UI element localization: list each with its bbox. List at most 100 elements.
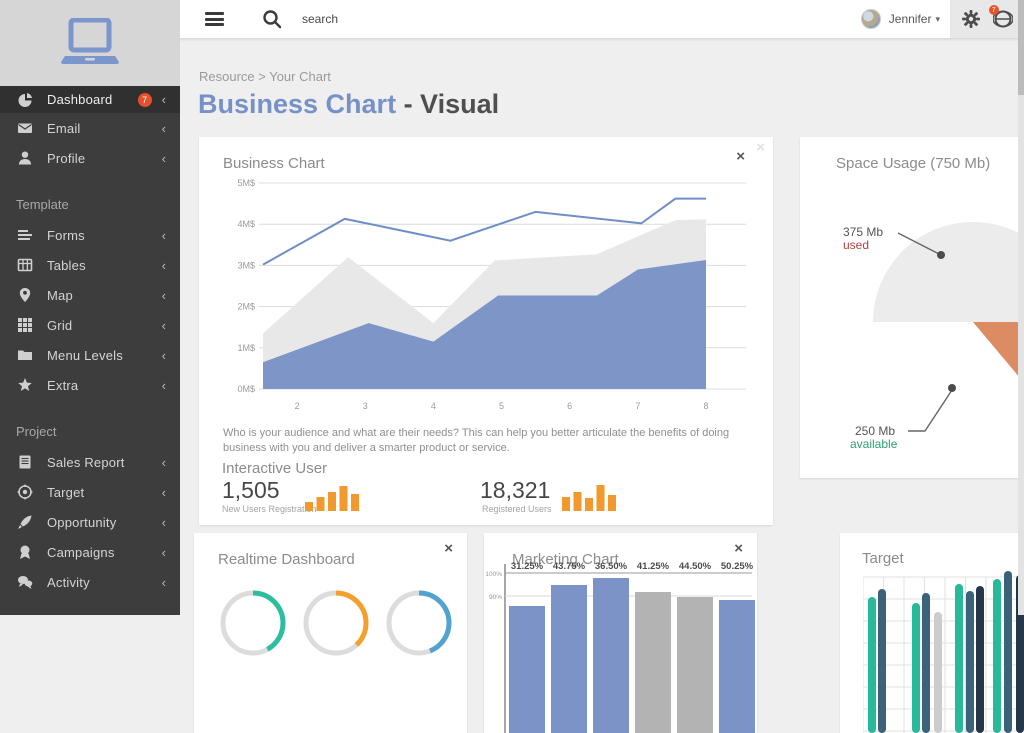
notifications-globe-icon[interactable]: 7: [993, 9, 1013, 29]
sidebar-item-tables[interactable]: Tables‹: [0, 250, 180, 280]
interactive-user-heading: Interactive User: [222, 460, 327, 477]
close-icon-faint[interactable]: ×: [756, 140, 765, 155]
activity-icon: [16, 574, 33, 591]
svg-text:36.50%: 36.50%: [595, 561, 628, 572]
dashboard-icon: [16, 91, 33, 108]
sidebar-item-extra[interactable]: Extra‹: [0, 370, 180, 400]
sidebar-item-activity[interactable]: Activity‹: [0, 567, 180, 597]
realtime-card-title: Realtime Dashboard: [218, 551, 355, 568]
svg-text:0M$: 0M$: [237, 384, 255, 394]
sidebar-item-label: Menu Levels: [47, 348, 162, 363]
user-menu[interactable]: Jennifer ▾: [861, 0, 940, 38]
breadcrumb[interactable]: Resource > Your Chart: [199, 69, 331, 84]
realtime-dashboard-card: Realtime Dashboard ×: [194, 533, 467, 733]
svg-text:50.25%: 50.25%: [721, 561, 754, 572]
sidebar-item-profile[interactable]: Profile‹: [0, 143, 180, 173]
svg-text:2: 2: [295, 401, 300, 411]
sidebar-item-label: Forms: [47, 228, 162, 243]
space-usage-card: Space Usage (750 Mb) 375 Mbused250 Mbava…: [800, 137, 1024, 478]
search-input[interactable]: [302, 12, 682, 26]
close-icon[interactable]: ×: [736, 149, 745, 164]
svg-text:4M$: 4M$: [237, 219, 255, 229]
sidebar-item-map[interactable]: Map‹: [0, 280, 180, 310]
sidebar-item-target[interactable]: Target‹: [0, 477, 180, 507]
user-name: Jennifer: [889, 12, 932, 26]
business-area-chart: 0M$1M$2M$3M$4M$5M$2345678: [211, 175, 756, 425]
sidebar-item-forms[interactable]: Forms‹: [0, 220, 180, 250]
notification-badge: 7: [989, 5, 999, 15]
svg-text:100%: 100%: [485, 571, 502, 578]
svg-text:used: used: [843, 238, 869, 252]
hamburger-menu-icon[interactable]: [205, 10, 224, 29]
sidebar-item-label: Sales Report: [47, 455, 162, 470]
registered-users-mini-bar-chart: [562, 483, 620, 513]
sidebar-item-opportunity[interactable]: Opportunity‹: [0, 507, 180, 537]
dashboard-badge: 7: [138, 93, 152, 107]
business-chart-description: Who is your audience and what are their …: [223, 426, 747, 457]
email-icon: [16, 120, 33, 137]
marketing-bar-chart: 100% 90% 31.25% 43.75% 36.50% 41.25% 44.50% 50.…: [484, 560, 757, 733]
chevron-left-icon: ‹: [162, 545, 166, 560]
svg-text:41.25%: 41.25%: [637, 561, 670, 572]
sidebar-item-label: Campaigns: [47, 545, 162, 560]
sidebar-item-label: Email: [47, 121, 162, 136]
svg-text:90%: 90%: [489, 594, 502, 601]
svg-text:44.50%: 44.50%: [679, 561, 712, 572]
svg-text:31.25%: 31.25%: [511, 561, 544, 572]
stat-new-users-value: 1,505: [222, 477, 280, 504]
sidebar-item-label: Dashboard: [47, 92, 138, 107]
svg-text:4: 4: [431, 401, 436, 411]
sidebar-item-label: Opportunity: [47, 515, 162, 530]
page-title-secondary: - Visual: [396, 89, 499, 119]
stat-registered-value: 18,321: [480, 477, 550, 504]
close-icon[interactable]: ×: [734, 541, 743, 556]
forms-icon: [16, 227, 33, 244]
vertical-scrollbar-thumb[interactable]: [1018, 0, 1024, 95]
topbar: Jennifer ▾: [180, 0, 1024, 38]
new-users-mini-bar-chart: [305, 483, 363, 513]
svg-text:5: 5: [499, 401, 504, 411]
sidebar-item-label: Map: [47, 288, 162, 303]
sidebar-item-label: Activity: [47, 575, 162, 590]
svg-text:available: available: [850, 437, 898, 451]
target-card: Target: [840, 533, 1024, 733]
logo-block[interactable]: [0, 0, 180, 86]
grid-icon: [16, 317, 33, 334]
svg-text:43.75%: 43.75%: [553, 561, 586, 572]
sidebar-section-template: Template: [0, 173, 180, 220]
vertical-scrollbar: [1018, 0, 1024, 615]
report-icon: [16, 454, 33, 471]
sidebar-item-label: Profile: [47, 151, 162, 166]
laptop-logo-icon: [59, 18, 121, 68]
svg-text:375 Mb: 375 Mb: [843, 225, 883, 239]
sidebar-item-sales-report[interactable]: Sales Report‹: [0, 447, 180, 477]
svg-text:2M$: 2M$: [237, 302, 255, 312]
realtime-donut-charts: [194, 578, 467, 733]
sidebar-menu: Dashboard7‹Email‹Profile‹TemplateForms‹T…: [0, 86, 180, 597]
page-title: Business Chart - Visual: [198, 89, 499, 120]
close-icon[interactable]: ×: [444, 541, 453, 556]
svg-text:6: 6: [567, 401, 572, 411]
svg-text:3M$: 3M$: [237, 260, 255, 270]
settings-gear-icon[interactable]: [961, 9, 981, 29]
rocket-icon: [16, 514, 33, 531]
space-usage-pie-chart: 375 Mbused250 Mbavailable: [800, 137, 1024, 478]
sidebar-item-label: Extra: [47, 378, 162, 393]
stat-new-users-label: New Users Registration: [222, 504, 317, 514]
sidebar-item-grid[interactable]: Grid‹: [0, 310, 180, 340]
chevron-left-icon: ‹: [162, 121, 166, 136]
sidebar-item-label: Tables: [47, 258, 162, 273]
profile-icon: [16, 150, 33, 167]
target-icon: [16, 484, 33, 501]
sidebar-item-email[interactable]: Email‹: [0, 113, 180, 143]
marketing-chart-card: Marketing Chart × 100%90%31.25%43.75%36.…: [484, 533, 757, 733]
sidebar-item-dashboard[interactable]: Dashboard7‹: [0, 86, 180, 113]
folder-icon: [16, 347, 33, 364]
search-icon[interactable]: [262, 9, 282, 29]
sidebar-item-menu-levels[interactable]: Menu Levels‹: [0, 340, 180, 370]
chevron-left-icon: ‹: [162, 378, 166, 393]
sidebar-item-label: Target: [47, 485, 162, 500]
chevron-left-icon: ‹: [162, 258, 166, 273]
sidebar-item-campaigns[interactable]: Campaigns‹: [0, 537, 180, 567]
star-icon: [16, 377, 33, 394]
